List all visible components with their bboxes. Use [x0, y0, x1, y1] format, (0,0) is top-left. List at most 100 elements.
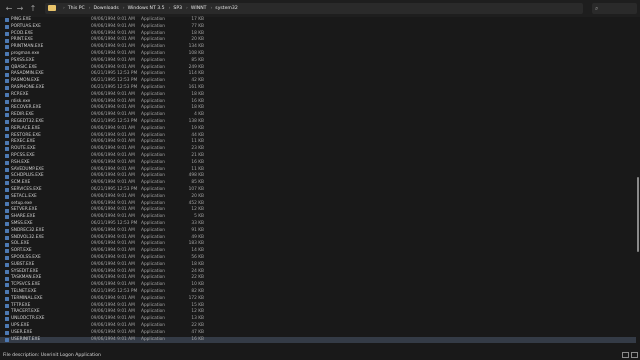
file-row[interactable]: SETACL.EXE 09/06/1994 9:01 AM Application 2…: [0, 194, 636, 201]
file-row[interactable]: SCM.EXE 09/06/1994 9:01 AM Application 85 K…: [0, 180, 636, 187]
file-row[interactable]: SMSS.EXE 06/21/1995 12:53 PM Application 33…: [0, 221, 636, 228]
up-arrow-icon[interactable]: ↑: [27, 3, 39, 14]
file-date-modified: 09/06/1994 9:01 AM: [91, 214, 135, 220]
file-row[interactable]: TCPSVCS.EXE 09/06/1994 9:01 AM Application…: [0, 282, 636, 289]
file-size: 47 KB: [191, 329, 204, 335]
file-row[interactable]: RSH.EXE 09/06/1994 9:01 AM Application 16 K…: [0, 160, 636, 167]
application-icon: [5, 215, 9, 220]
application-icon: [5, 242, 9, 247]
file-row[interactable]: TERMINAL.EXE 09/06/1994 9:01 AM Applicatio…: [0, 296, 636, 303]
file-row[interactable]: REGEDT32.EXE 06/21/1995 12:53 PM Applicati…: [0, 119, 636, 126]
application-icon: [5, 208, 9, 213]
application-icon: [5, 229, 9, 234]
file-name: SORT.EXE: [11, 248, 32, 254]
file-row[interactable]: SERVICES.EXE 06/21/1995 12:53 PM Applicati…: [0, 187, 636, 194]
file-type: Application: [141, 44, 166, 50]
file-type: Application: [141, 227, 166, 233]
file-date-modified: 09/06/1994 9:01 AM: [91, 255, 135, 260]
file-name: REPLACE.EXE: [11, 125, 41, 131]
file-row[interactable]: progman.exe 09/06/1994 9:01 AM Application…: [0, 51, 636, 58]
file-type: Application: [141, 57, 166, 63]
breadcrumb-item[interactable]: Windows NT 3.5: [128, 6, 165, 11]
file-row[interactable]: REDIR.EXE 09/06/1994 9:01 AM Application 4 …: [0, 112, 636, 119]
file-type: Application: [141, 85, 166, 90]
address-toolbar: ← → ↑ › This PC › Downloads › Windows NT 3.5 ›…: [0, 0, 640, 17]
file-type: Application: [141, 180, 166, 186]
application-icon: [5, 65, 9, 70]
file-row[interactable]: SUBST.EXE 09/06/1994 9:01 AM Application 18…: [0, 262, 636, 269]
breadcrumb-item[interactable]: This PC: [68, 6, 85, 11]
file-row[interactable]: RCP.EXE 09/06/1994 9:01 AM Application 18 K…: [0, 92, 636, 99]
application-icon: [5, 235, 9, 240]
details-view-icon[interactable]: [622, 352, 629, 358]
application-icon: [5, 269, 9, 274]
file-date-modified: 06/21/1995 12:53 PM: [91, 289, 138, 294]
file-name: RCP.EXE: [11, 91, 29, 97]
file-row[interactable]: UNLODCTR.EXE 09/06/1994 9:01 AM Applicatio…: [0, 316, 636, 323]
tiles-view-icon[interactable]: [631, 352, 638, 358]
file-row[interactable]: RASMON.EXE 06/21/1995 12:53 PM Application…: [0, 78, 636, 85]
address-bar[interactable]: › This PC › Downloads › Windows NT 3.5 › SP3 › WI…: [45, 3, 583, 14]
breadcrumb-item[interactable]: WINNT: [191, 6, 207, 11]
file-row[interactable]: TELNET.EXE 06/21/1995 12:53 PM Application…: [0, 289, 636, 296]
file-name: SNDREC32.EXE: [11, 227, 45, 233]
file-type: Application: [141, 193, 166, 199]
file-type: Application: [141, 146, 166, 152]
breadcrumb-separator-icon: ›: [186, 6, 188, 11]
file-size: 23 KB: [191, 146, 204, 152]
file-row[interactable]: PORTUAS.EXE 09/06/1994 9:01 AM Application…: [0, 24, 636, 31]
file-size: 42 KB: [191, 78, 204, 84]
file-row[interactable]: ROUTE.EXE 09/06/1994 9:01 AM Application 23…: [0, 146, 636, 153]
breadcrumb-item[interactable]: SP3: [173, 6, 182, 11]
file-size: 134 KB: [188, 44, 204, 50]
file-row[interactable]: SHARE.EXE 09/06/1994 9:01 AM Application 5 …: [0, 214, 636, 221]
file-size: 82 KB: [191, 289, 204, 294]
application-icon: [5, 290, 9, 295]
file-date-modified: 09/06/1994 9:01 AM: [91, 112, 135, 118]
file-row[interactable]: UPS.EXE 09/06/1994 9:01 AM Application 22 K…: [0, 323, 636, 330]
application-icon: [5, 161, 9, 166]
file-type: Application: [141, 51, 166, 56]
application-icon: [5, 201, 9, 206]
file-date-modified: 09/06/1994 9:01 AM: [91, 159, 135, 165]
file-date-modified: 09/06/1994 9:01 AM: [91, 44, 135, 50]
breadcrumb-item[interactable]: system32: [215, 6, 237, 11]
application-icon: [5, 222, 9, 227]
file-row[interactable]: RASPHONE.EXE 06/21/1995 12:53 PM Applicati…: [0, 85, 636, 92]
file-row[interactable]: RPCSS.EXE 09/06/1994 9:01 AM Application 21…: [0, 153, 636, 160]
file-size: 19 KB: [191, 125, 204, 131]
scrollbar-thumb[interactable]: [637, 177, 639, 252]
file-type: Application: [141, 78, 166, 84]
file-date-modified: 06/21/1995 12:53 PM: [91, 221, 138, 226]
file-name: RSH.EXE: [11, 159, 30, 165]
file-name: RASMON.EXE: [11, 78, 40, 84]
vertical-scrollbar[interactable]: [636, 17, 640, 351]
file-type: Application: [141, 323, 166, 328]
file-name: REDIR.EXE: [11, 112, 34, 118]
application-icon: [5, 140, 9, 145]
search-input[interactable]: ⌕: [592, 3, 637, 14]
file-size: 13 KB: [191, 316, 204, 322]
file-name: TCPSVCS.EXE: [11, 282, 41, 288]
file-row[interactable]: SORT.EXE 09/06/1994 9:01 AM Application 14 …: [0, 248, 636, 255]
file-date-modified: 09/06/1994 9:01 AM: [91, 261, 135, 267]
breadcrumb-item[interactable]: Downloads: [94, 6, 119, 11]
file-name: PSXSS.EXE: [11, 57, 35, 63]
application-icon: [5, 25, 9, 30]
application-icon: [5, 52, 9, 57]
file-row[interactable]: USERINIT.EXE 09/06/1994 9:01 AM Applicatio…: [0, 336, 636, 344]
file-row[interactable]: PRINTMAN.EXE 09/06/1994 9:01 AM Applicatio…: [0, 44, 636, 51]
file-row[interactable]: SPOOLSS.EXE 09/06/1994 9:01 AM Application…: [0, 255, 636, 262]
forward-arrow-icon[interactable]: →: [14, 3, 26, 14]
file-name: SPOOLSS.EXE: [11, 255, 41, 260]
file-row[interactable]: PSXSS.EXE 09/06/1994 9:01 AM Application 85…: [0, 58, 636, 65]
application-icon: [5, 127, 9, 132]
file-row[interactable]: USER.EXE 09/06/1994 9:01 AM Application 47 …: [0, 330, 636, 337]
file-row[interactable]: PING.EXE 09/06/1994 9:01 AM Application 17 …: [0, 17, 636, 24]
file-size: 85 KB: [191, 57, 204, 63]
status-text: File description: Userinit Logon Applica…: [3, 353, 101, 358]
file-row[interactable]: SNDREC32.EXE 09/06/1994 9:01 AM Applicatio…: [0, 228, 636, 235]
file-type: Application: [141, 289, 166, 294]
breadcrumb-separator-icon: ›: [122, 6, 125, 11]
file-row[interactable]: REPLACE.EXE 09/06/1994 9:01 AM Application…: [0, 126, 636, 133]
